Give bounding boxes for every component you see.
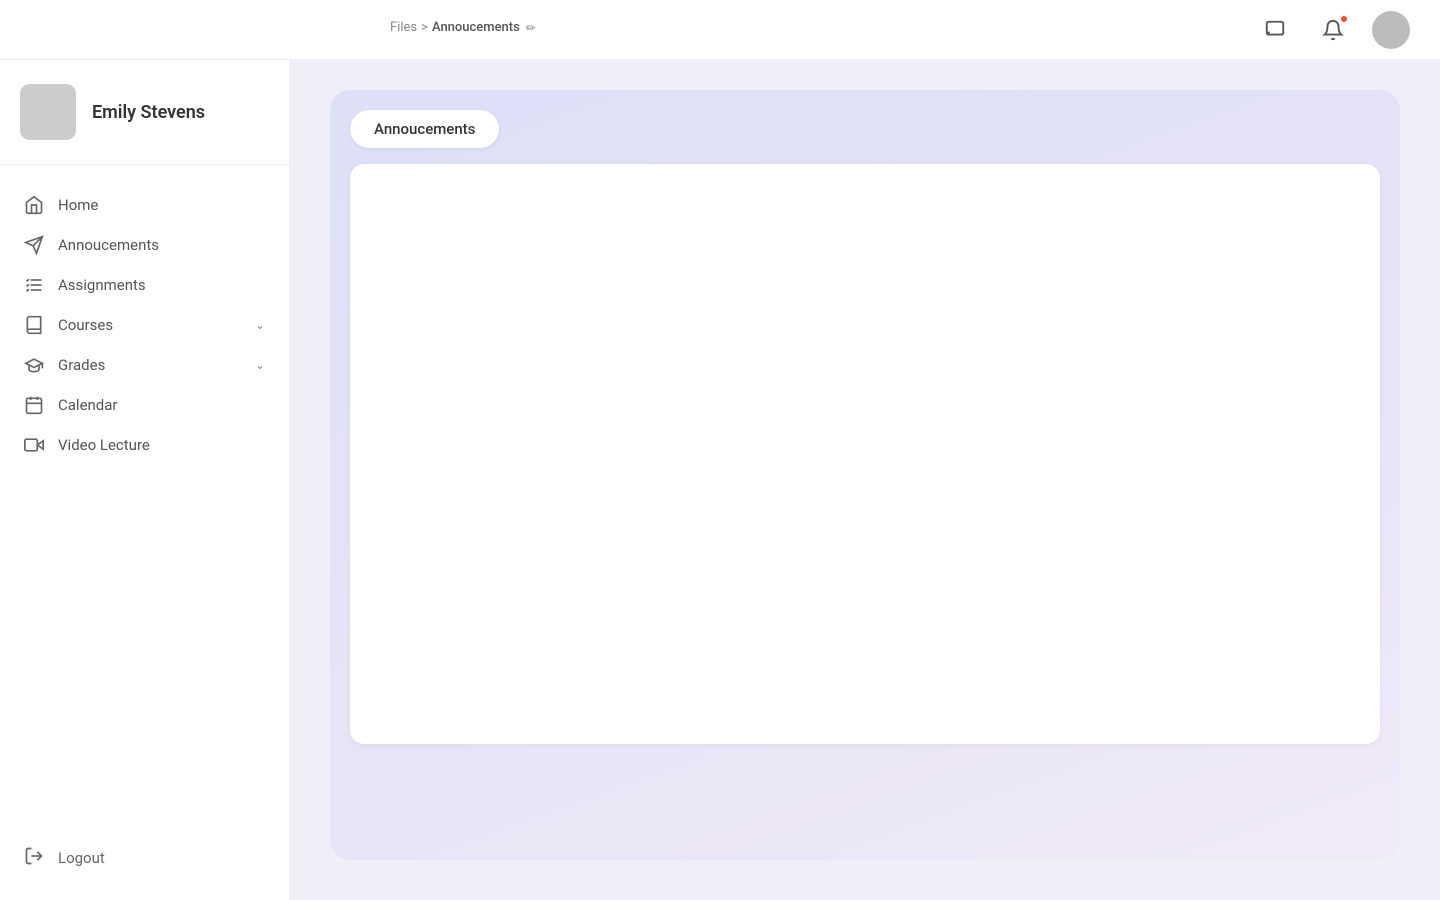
- announcements-content: [350, 164, 1380, 744]
- sidebar-item-video-lecture-label: Video Lecture: [58, 436, 265, 454]
- user-avatar-topbar[interactable]: [1372, 11, 1410, 49]
- breadcrumb-edit-icon[interactable]: ✏: [526, 21, 536, 35]
- sidebar-item-annoucements[interactable]: Annoucements: [0, 225, 289, 265]
- chat-icon: [1264, 19, 1286, 41]
- breadcrumb: Files > Annoucements ✏: [390, 20, 536, 35]
- content-area: Annoucements: [290, 60, 1440, 900]
- topbar-icons: [1256, 11, 1410, 49]
- sidebar-item-home-label: Home: [58, 196, 265, 214]
- page-card: Annoucements: [330, 90, 1400, 860]
- list-check-icon: [24, 275, 44, 295]
- logout-button[interactable]: Logout: [0, 836, 289, 880]
- video-icon: [24, 435, 44, 455]
- sidebar-item-grades-label: Grades: [58, 356, 241, 374]
- notification-button[interactable]: [1314, 11, 1352, 49]
- breadcrumb-separator: >: [421, 20, 428, 35]
- home-icon: [24, 195, 44, 215]
- sidebar-item-grades[interactable]: Grades ⌄: [0, 345, 289, 385]
- sidebar: Emily Stevens Home: [0, 60, 290, 900]
- sidebar-item-video-lecture[interactable]: Video Lecture: [0, 425, 289, 465]
- nav-list: Home Annoucements: [0, 165, 289, 836]
- sidebar-item-courses-label: Courses: [58, 316, 241, 334]
- announcements-tab[interactable]: Annoucements: [350, 110, 499, 148]
- user-name: Emily Stevens: [92, 102, 205, 123]
- logout-icon: [24, 846, 44, 870]
- user-avatar-sidebar: [20, 84, 76, 140]
- chat-button[interactable]: [1256, 11, 1294, 49]
- graduation-cap-icon: [24, 355, 44, 375]
- sidebar-item-calendar[interactable]: Calendar: [0, 385, 289, 425]
- sidebar-item-annoucements-label: Annoucements: [58, 236, 265, 254]
- user-section: Emily Stevens: [0, 60, 289, 165]
- courses-chevron-icon: ⌄: [255, 318, 265, 332]
- topbar: Files > Annoucements ✏: [0, 0, 1440, 60]
- book-icon: [24, 315, 44, 335]
- sidebar-item-assignments-label: Assignments: [58, 276, 265, 294]
- main-layout: Emily Stevens Home: [0, 60, 1440, 900]
- sidebar-item-home[interactable]: Home: [0, 185, 289, 225]
- sidebar-item-assignments[interactable]: Assignments: [0, 265, 289, 305]
- breadcrumb-current: Annoucements: [432, 20, 520, 35]
- breadcrumb-files: Files: [390, 20, 417, 35]
- logout-label: Logout: [58, 849, 105, 867]
- sidebar-item-courses[interactable]: Courses ⌄: [0, 305, 289, 345]
- grades-chevron-icon: ⌄: [255, 358, 265, 372]
- notification-dot: [1340, 15, 1348, 23]
- calendar-icon: [24, 395, 44, 415]
- megaphone-icon: [24, 235, 44, 255]
- sidebar-item-calendar-label: Calendar: [58, 396, 265, 414]
